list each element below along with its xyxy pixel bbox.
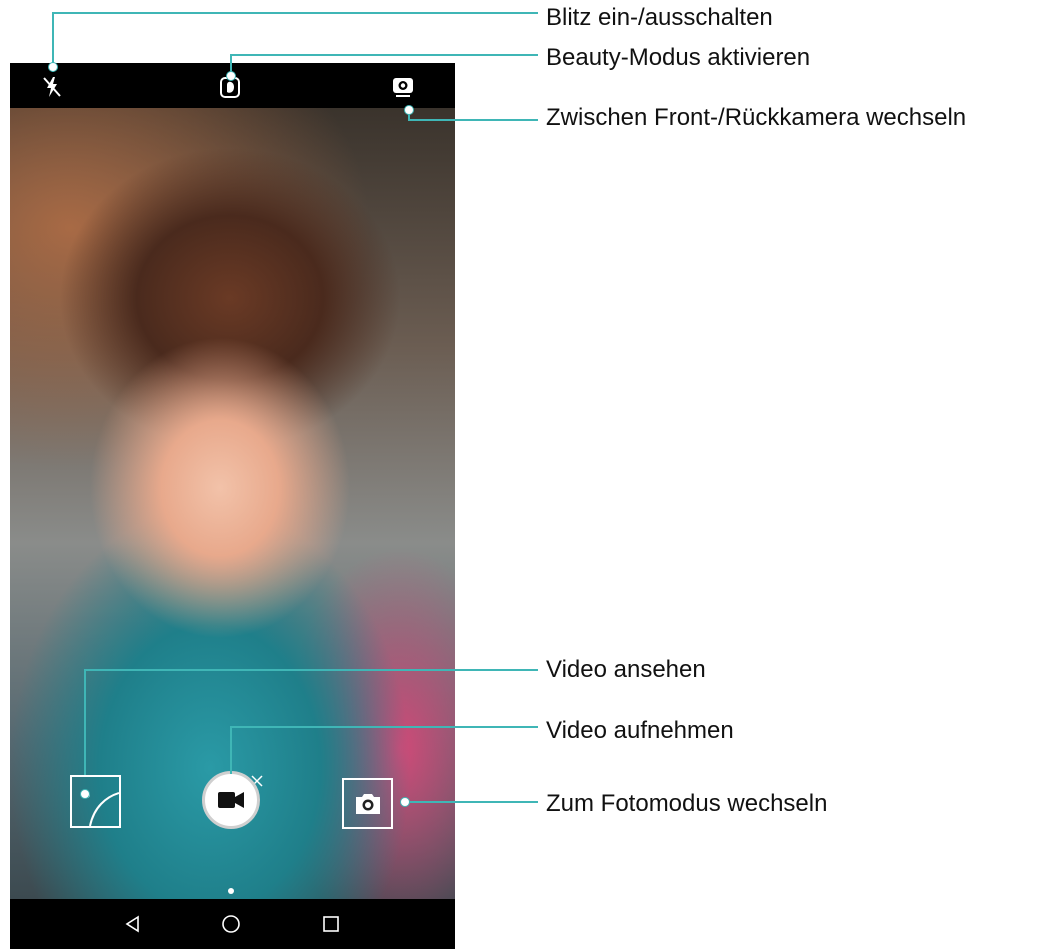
system-nav-bar xyxy=(10,899,455,949)
annotation-dot-view xyxy=(80,789,90,799)
gallery-thumbnail-graphic xyxy=(84,792,120,827)
annotation-line-flash-h xyxy=(52,12,538,14)
page-indicator-dot xyxy=(228,888,234,894)
annotation-line-record-h xyxy=(230,726,538,728)
record-button[interactable] xyxy=(202,771,260,829)
switch-camera-icon[interactable] xyxy=(390,75,416,99)
camera-icon xyxy=(356,794,380,814)
annotation-line-view-h xyxy=(84,669,538,671)
annotation-dot-photo xyxy=(400,797,410,807)
annotation-line-beauty-h xyxy=(230,54,538,56)
back-triangle-icon[interactable] xyxy=(123,914,143,934)
camera-top-bar xyxy=(10,63,455,108)
annotation-line-switch-h xyxy=(408,119,538,121)
annotation-dot-switch xyxy=(404,105,414,115)
annotation-line-photo xyxy=(404,801,538,803)
label-beauty: Beauty-Modus aktivieren xyxy=(546,44,811,71)
annotation-line-record xyxy=(230,726,232,774)
annotation-dot-beauty xyxy=(226,71,236,81)
label-photo-mode: Zum Fotomodus wechseln xyxy=(546,790,828,817)
annotation-line-view xyxy=(84,669,86,775)
annotation-dot-flash xyxy=(48,62,58,72)
label-flash: Blitz ein-/ausschalten xyxy=(546,4,773,31)
video-camera-icon xyxy=(218,792,244,808)
label-view-video: Video ansehen xyxy=(546,656,706,683)
label-record-video: Video aufnehmen xyxy=(546,717,734,744)
home-circle-icon[interactable] xyxy=(221,914,241,934)
label-switch-camera: Zwischen Front-/Rückkamera wechseln xyxy=(546,104,967,131)
flash-off-icon[interactable] xyxy=(41,75,63,99)
recents-square-icon[interactable] xyxy=(321,914,341,934)
photo-mode-button[interactable] xyxy=(342,778,393,829)
gallery-thumbnail-icon[interactable] xyxy=(70,775,121,828)
